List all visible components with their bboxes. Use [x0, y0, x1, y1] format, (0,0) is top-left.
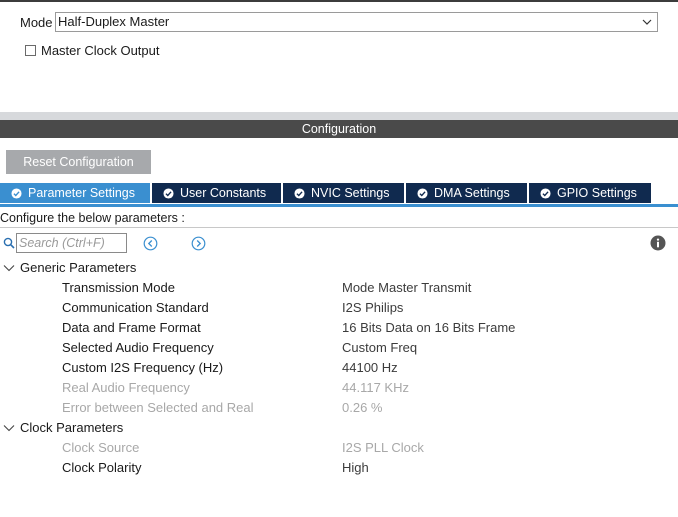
- param-value-custom-i2s-frequency[interactable]: 44100 Hz: [342, 360, 398, 375]
- param-name-custom-i2s-frequency: Custom I2S Frequency (Hz): [62, 360, 224, 375]
- mode-label: Mode: [20, 15, 53, 30]
- check-circle-icon: [540, 187, 551, 199]
- tab-label: User Constants: [180, 186, 267, 200]
- check-circle-icon: [294, 187, 305, 199]
- instructions-text: Configure the below parameters :: [0, 211, 185, 225]
- configuration-tabs: Parameter Settings User Constants NVIC S…: [0, 183, 653, 203]
- tab-gpio-settings[interactable]: GPIO Settings: [529, 183, 651, 203]
- chevron-down-icon: [642, 19, 652, 25]
- search-input[interactable]: [16, 233, 127, 253]
- tab-label: NVIC Settings: [311, 186, 390, 200]
- param-name-error-selected-real: Error between Selected and Real: [62, 400, 254, 415]
- next-result-icon[interactable]: [191, 236, 206, 251]
- panel-splitter[interactable]: [0, 112, 678, 120]
- info-icon[interactable]: [650, 235, 666, 251]
- check-circle-icon: [417, 187, 428, 199]
- reset-configuration-button[interactable]: Reset Configuration: [6, 150, 151, 174]
- tab-label: DMA Settings: [434, 186, 510, 200]
- master-clock-output-label: Master Clock Output: [41, 43, 160, 58]
- search-icon: [3, 237, 15, 249]
- mode-dropdown[interactable]: Half-Duplex Master: [55, 12, 658, 32]
- group-label: Generic Parameters: [20, 260, 137, 275]
- tab-underline: [0, 204, 678, 207]
- chevron-down-icon: [3, 424, 15, 431]
- tab-user-constants[interactable]: User Constants: [152, 183, 281, 203]
- param-name-data-frame-format: Data and Frame Format: [62, 320, 201, 335]
- top-border: [0, 0, 678, 2]
- param-value-clock-source: I2S PLL Clock: [342, 440, 424, 455]
- mode-dropdown-value: Half-Duplex Master: [58, 14, 170, 29]
- param-value-clock-polarity[interactable]: High: [342, 460, 369, 475]
- param-name-communication-standard: Communication Standard: [62, 300, 209, 315]
- param-value-data-frame-format[interactable]: 16 Bits Data on 16 Bits Frame: [342, 320, 515, 335]
- tab-parameter-settings[interactable]: Parameter Settings: [0, 183, 150, 203]
- previous-result-icon[interactable]: [143, 236, 158, 251]
- tab-label: Parameter Settings: [28, 186, 135, 200]
- group-clock-parameters[interactable]: Clock Parameters: [3, 420, 123, 435]
- param-name-real-audio-frequency: Real Audio Frequency: [62, 380, 190, 395]
- check-circle-icon: [11, 187, 22, 199]
- divider: [0, 227, 678, 228]
- param-value-selected-audio-frequency[interactable]: Custom Freq: [342, 340, 417, 355]
- check-circle-icon: [163, 187, 174, 199]
- chevron-down-icon: [3, 264, 15, 271]
- configuration-header: Configuration: [0, 120, 678, 138]
- tab-label: GPIO Settings: [557, 186, 637, 200]
- param-value-real-audio-frequency: 44.117 KHz: [342, 380, 409, 395]
- tab-nvic-settings[interactable]: NVIC Settings: [283, 183, 404, 203]
- param-name-transmission-mode: Transmission Mode: [62, 280, 175, 295]
- param-name-selected-audio-frequency: Selected Audio Frequency: [62, 340, 214, 355]
- group-label: Clock Parameters: [20, 420, 124, 435]
- param-name-clock-source: Clock Source: [62, 440, 140, 455]
- tab-dma-settings[interactable]: DMA Settings: [406, 183, 527, 203]
- master-clock-output-option[interactable]: Master Clock Output: [25, 43, 160, 58]
- group-generic-parameters[interactable]: Generic Parameters: [3, 260, 136, 275]
- master-clock-output-checkbox[interactable]: [25, 45, 36, 56]
- param-value-transmission-mode[interactable]: Mode Master Transmit: [342, 280, 471, 295]
- param-name-clock-polarity: Clock Polarity: [62, 460, 142, 475]
- param-value-error-selected-real: 0.26 %: [342, 400, 383, 415]
- param-value-communication-standard[interactable]: I2S Philips: [342, 300, 403, 315]
